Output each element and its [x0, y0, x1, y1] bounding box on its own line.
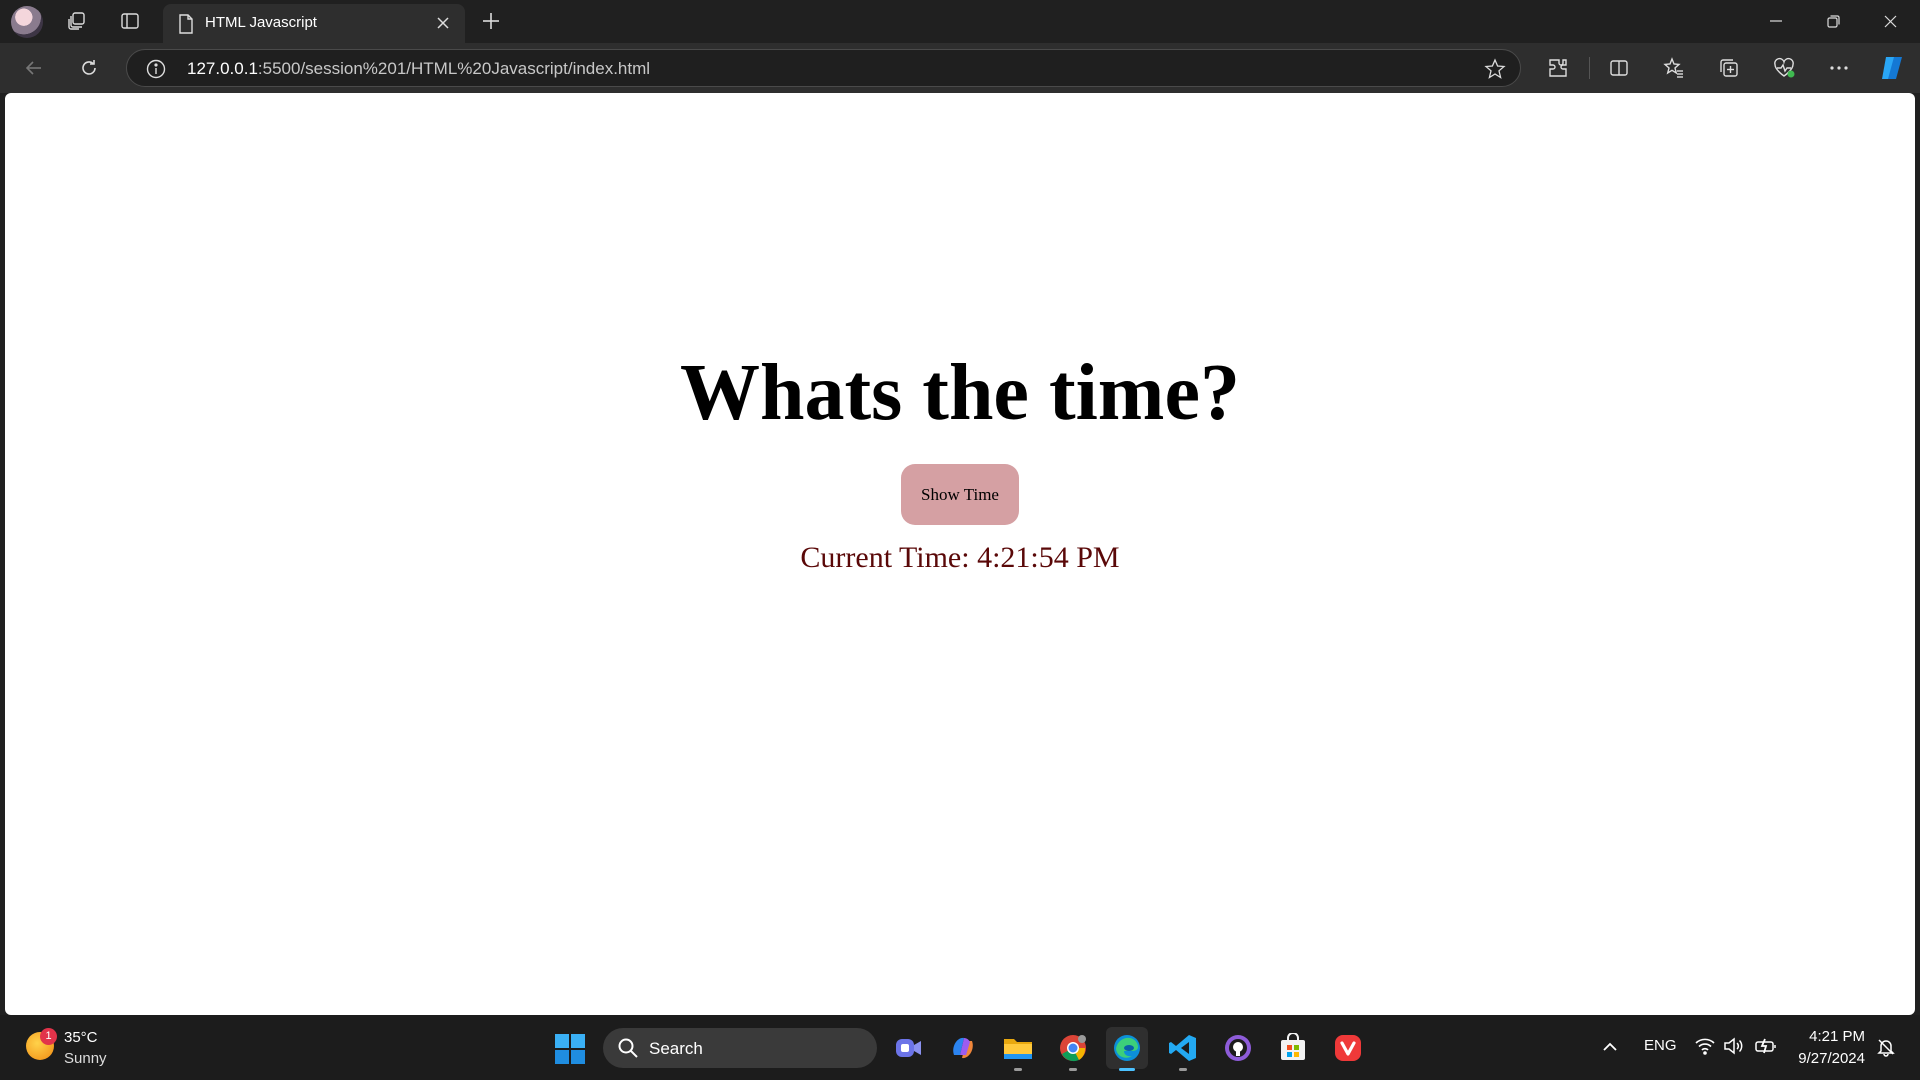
split-screen-icon[interactable] [1601, 51, 1637, 85]
copilot-app-icon[interactable] [942, 1027, 984, 1069]
minimize-icon[interactable] [1748, 0, 1804, 42]
favorites-icon[interactable] [1656, 51, 1692, 85]
more-options-icon[interactable] [1821, 51, 1857, 85]
show-time-button[interactable]: Show Time [901, 464, 1019, 525]
search-placeholder: Search [649, 1039, 703, 1058]
taskbar: 1 35°C Sunny Search ENG 4:21 PM 9/27/202… [0, 1015, 1920, 1080]
restore-icon[interactable] [1805, 0, 1861, 42]
running-indicator [1069, 1068, 1077, 1071]
show-hidden-icons-icon[interactable] [1598, 1035, 1622, 1059]
page-heading: Whats the time? [680, 349, 1240, 437]
vertical-tabs-icon[interactable] [114, 6, 146, 36]
active-tab[interactable]: HTML Javascript [163, 4, 465, 43]
tab-close-icon[interactable] [431, 11, 455, 35]
edge-icon[interactable] [1106, 1027, 1148, 1071]
browser-essentials-icon[interactable] [1766, 51, 1802, 85]
toolbar-divider [1589, 57, 1590, 79]
weather-temperature[interactable]: 35°C [64, 1029, 98, 1046]
weather-condition[interactable]: Sunny [64, 1050, 107, 1067]
refresh-icon[interactable] [71, 51, 107, 85]
meet-now-icon[interactable] [887, 1027, 929, 1069]
github-desktop-icon[interactable] [1217, 1027, 1259, 1069]
wifi-icon[interactable] [1694, 1035, 1716, 1057]
copilot-icon[interactable] [1874, 51, 1910, 85]
browser-toolbar: 127.0.0.1:5500/session%201/HTML%20Javasc… [0, 43, 1920, 93]
file-explorer-icon[interactable] [997, 1027, 1039, 1071]
back-icon[interactable] [16, 51, 52, 85]
favorite-star-icon[interactable] [1484, 58, 1506, 80]
tab-title: HTML Javascript [205, 14, 317, 31]
volume-icon[interactable] [1722, 1035, 1744, 1057]
page-viewport: Whats the time? Show Time Current Time: … [5, 93, 1915, 1015]
microsoft-store-icon[interactable] [1272, 1027, 1314, 1069]
running-indicator [1119, 1068, 1135, 1071]
current-time-text: Current Time: 4:21:54 PM [800, 541, 1120, 574]
url-path: :5500/session%201/HTML%20Javascript/inde… [257, 59, 651, 78]
taskbar-search[interactable]: Search [603, 1028, 877, 1068]
workspaces-icon[interactable] [61, 6, 93, 36]
vivaldi-icon[interactable] [1327, 1027, 1369, 1069]
tab-strip: HTML Javascript [0, 0, 1920, 43]
collections-icon[interactable] [1711, 51, 1747, 85]
weather-badge: 1 [40, 1028, 57, 1045]
clock-date[interactable]: 9/27/2024 [1798, 1050, 1865, 1067]
battery-icon[interactable] [1754, 1035, 1776, 1057]
window-close-icon[interactable] [1862, 0, 1918, 42]
search-icon [617, 1037, 639, 1059]
vscode-icon[interactable] [1162, 1027, 1204, 1071]
chrome-icon[interactable] [1052, 1027, 1094, 1071]
windows-start-icon[interactable] [554, 1033, 586, 1065]
running-indicator [1179, 1068, 1187, 1071]
new-tab-icon[interactable] [475, 6, 507, 36]
page-icon [175, 13, 197, 35]
notification-bell-icon[interactable] [1876, 1037, 1896, 1057]
profile-avatar[interactable] [11, 6, 43, 38]
clock-time[interactable]: 4:21 PM [1809, 1028, 1865, 1045]
site-info-icon[interactable] [145, 58, 167, 80]
running-indicator [1014, 1068, 1022, 1071]
url-host: 127.0.0.1 [187, 59, 258, 78]
address-bar[interactable]: 127.0.0.1:5500/session%201/HTML%20Javasc… [126, 49, 1521, 87]
input-language[interactable]: ENG [1644, 1037, 1677, 1054]
extensions-icon[interactable] [1540, 51, 1576, 85]
url-text[interactable]: 127.0.0.1:5500/session%201/HTML%20Javasc… [187, 59, 650, 79]
